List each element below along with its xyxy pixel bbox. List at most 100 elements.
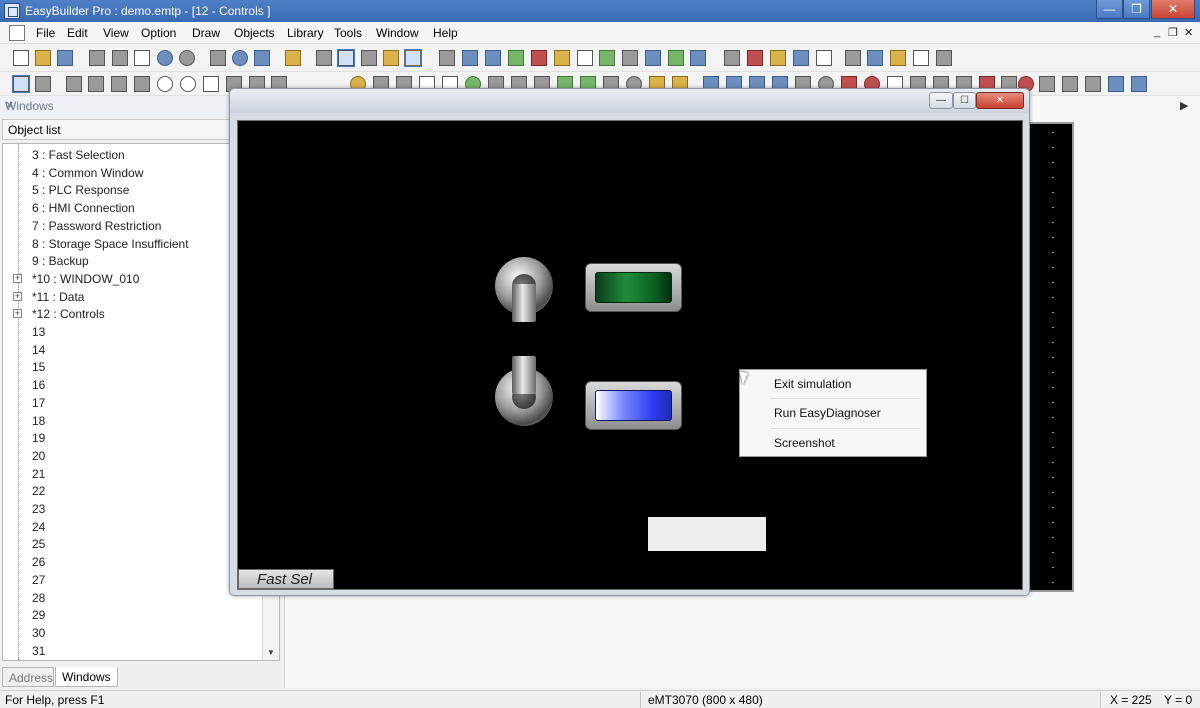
- cut-icon[interactable]: [89, 50, 105, 66]
- tree-item[interactable]: 26: [3, 553, 263, 571]
- network-icon[interactable]: [690, 50, 706, 66]
- tree-item[interactable]: 6 : HMI Connection: [3, 199, 263, 217]
- context-help-icon[interactable]: [254, 50, 270, 66]
- menu-tools[interactable]: Tools: [334, 26, 362, 40]
- table-icon[interactable]: [599, 50, 615, 66]
- tree-item[interactable]: 23: [3, 500, 263, 518]
- compile-icon[interactable]: [439, 50, 455, 66]
- tool-c-icon[interactable]: [770, 50, 786, 66]
- tree-item[interactable]: 24: [3, 518, 263, 536]
- tree-item[interactable]: 5 : PLC Response: [3, 181, 263, 199]
- media-icon[interactable]: [1108, 76, 1124, 92]
- menu-view[interactable]: View: [103, 26, 129, 40]
- scroll-down-icon[interactable]: ▼: [267, 648, 275, 657]
- tree-item[interactable]: 8 : Storage Space Insufficient: [3, 235, 263, 253]
- mdi-minimize-button[interactable]: _: [1154, 26, 1160, 38]
- scroll-right-icon[interactable]: ▶: [1180, 99, 1188, 112]
- tree-item[interactable]: + *12 : Controls: [3, 305, 263, 323]
- chart-icon[interactable]: [668, 50, 684, 66]
- tree-item[interactable]: 3 : Fast Selection: [3, 146, 263, 164]
- sim-minimize-button[interactable]: —: [929, 92, 953, 109]
- menu-option[interactable]: Option: [141, 26, 176, 40]
- menu-screenshot[interactable]: Screenshot: [774, 436, 835, 450]
- document-icon[interactable]: [9, 25, 25, 41]
- rectangle-icon[interactable]: [203, 76, 219, 92]
- menu-file[interactable]: File: [36, 26, 55, 40]
- easybuilder-app-icon[interactable]: [4, 3, 20, 19]
- tab-windows[interactable]: Windows: [55, 667, 118, 687]
- undo-icon[interactable]: [157, 50, 173, 66]
- menu-edit[interactable]: Edit: [67, 26, 88, 40]
- copy-icon[interactable]: [112, 50, 128, 66]
- toggle-switch-1[interactable]: [495, 245, 553, 327]
- save-icon[interactable]: [57, 50, 73, 66]
- menu-help[interactable]: Help: [433, 26, 458, 40]
- fast-selection-button[interactable]: Fast Sel: [238, 569, 334, 589]
- circle-icon[interactable]: [157, 76, 173, 92]
- minimize-button[interactable]: —: [1096, 0, 1123, 19]
- arc-icon[interactable]: [111, 76, 127, 92]
- simulation-title-bar[interactable]: — ☐ ✕: [230, 89, 1029, 113]
- mdi-restore-button[interactable]: ❐: [1168, 26, 1178, 39]
- tree-item[interactable]: 19: [3, 429, 263, 447]
- tree-item[interactable]: 30: [3, 624, 263, 642]
- tree-item[interactable]: 20: [3, 447, 263, 465]
- print-screen-icon[interactable]: [1062, 76, 1078, 92]
- open-folder-icon[interactable]: [35, 50, 51, 66]
- tool-d-icon[interactable]: [793, 50, 809, 66]
- menu-run-easydiagnoser[interactable]: Run EasyDiagnoser: [774, 406, 881, 420]
- recipe-icon[interactable]: [1039, 76, 1055, 92]
- tree-item[interactable]: 22: [3, 482, 263, 500]
- menu-library[interactable]: Library: [287, 26, 324, 40]
- tree-item[interactable]: 7 : Password Restriction: [3, 217, 263, 235]
- tool-h-icon[interactable]: [913, 50, 929, 66]
- tool-a-icon[interactable]: [724, 50, 740, 66]
- expand-icon[interactable]: +: [13, 291, 22, 301]
- tree-item[interactable]: 9 : Backup: [3, 252, 263, 270]
- tree-item[interactable]: 13: [3, 323, 263, 341]
- tree-item[interactable]: 15: [3, 358, 263, 376]
- redo-icon[interactable]: [179, 50, 195, 66]
- online-simulation-icon[interactable]: [485, 50, 501, 66]
- mdi-close-button[interactable]: ✕: [1184, 26, 1193, 39]
- new-file-icon[interactable]: [13, 50, 29, 66]
- download-icon[interactable]: [508, 50, 524, 66]
- layer-icon[interactable]: [404, 49, 422, 67]
- pie-icon[interactable]: [180, 76, 196, 92]
- tool-i-icon[interactable]: [936, 50, 952, 66]
- find-object-icon[interactable]: [285, 50, 301, 66]
- sim-maximize-button[interactable]: ☐: [953, 92, 976, 109]
- help-icon[interactable]: [232, 50, 248, 66]
- tree-item[interactable]: 25: [3, 535, 263, 553]
- paste-icon[interactable]: [134, 50, 150, 66]
- curve-icon[interactable]: [134, 76, 150, 92]
- 3d-icon[interactable]: [531, 50, 547, 66]
- line-icon[interactable]: [66, 76, 82, 92]
- tree-item[interactable]: 21: [3, 465, 263, 483]
- tool-e-icon[interactable]: [816, 50, 832, 66]
- tab-address[interactable]: Address: [2, 667, 54, 687]
- menu-draw[interactable]: Draw: [192, 26, 220, 40]
- expand-icon[interactable]: +: [13, 273, 22, 283]
- vnc-icon[interactable]: [1131, 76, 1147, 92]
- polyline-icon[interactable]: [88, 76, 104, 92]
- menu-objects[interactable]: Objects: [234, 26, 275, 40]
- menu-exit-simulation[interactable]: Exit simulation: [774, 377, 851, 391]
- tree-item[interactable]: 4 : Common Window: [3, 164, 263, 182]
- tree-item[interactable]: 28: [3, 589, 263, 607]
- toggle-switch-2[interactable]: [495, 356, 553, 438]
- restore-button[interactable]: ❐: [1123, 0, 1150, 19]
- close-button[interactable]: ✕: [1151, 0, 1195, 19]
- backup-icon[interactable]: [1085, 76, 1101, 92]
- sim-close-button[interactable]: ✕: [976, 92, 1024, 109]
- menu-window[interactable]: Window: [376, 26, 419, 40]
- tree-item[interactable]: 27: [3, 571, 263, 589]
- tool-g-icon[interactable]: [890, 50, 906, 66]
- edit-icon[interactable]: [554, 50, 570, 66]
- tool-b-icon[interactable]: [747, 50, 763, 66]
- tree-item[interactable]: + *11 : Data: [3, 288, 263, 306]
- tree-item[interactable]: 16: [3, 376, 263, 394]
- picture-icon[interactable]: [622, 50, 638, 66]
- tree-item[interactable]: 17: [3, 394, 263, 412]
- tree-item[interactable]: 31: [3, 642, 263, 660]
